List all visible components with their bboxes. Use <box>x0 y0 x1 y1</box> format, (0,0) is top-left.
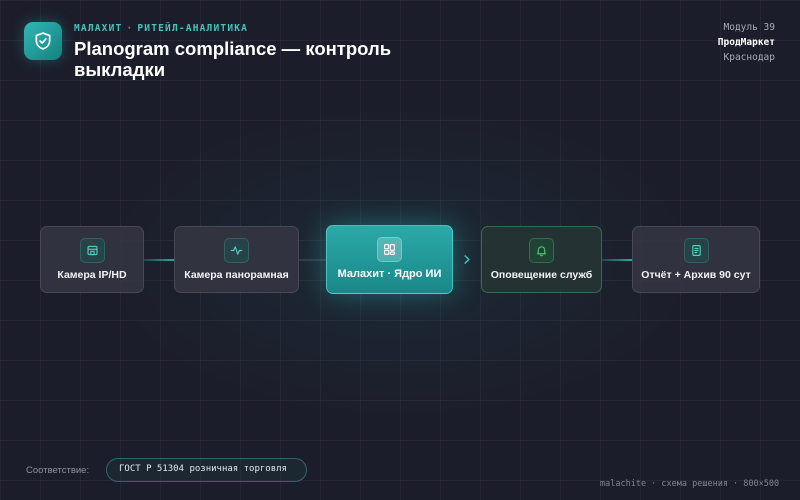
shield-check-icon <box>35 32 51 50</box>
document-icon <box>683 238 709 263</box>
eyebrow-separator: · <box>126 23 134 34</box>
flow-node-camera-hd[interactable]: Камера IP/HD <box>40 226 144 293</box>
flow-node-report[interactable]: Отчёт + Архив 90 сут <box>632 226 760 293</box>
compliance-badge: ГОСТ Р 51304 розничная торговля <box>106 458 307 482</box>
connector-4-5 <box>602 259 632 261</box>
connector-2-3 <box>299 259 326 261</box>
activity-icon <box>224 238 249 263</box>
module-number: Модуль 39 <box>723 22 775 33</box>
flow-node-label: Оповещение служб <box>490 269 593 281</box>
flow-node-camera-panoramic[interactable]: Камера панорамная <box>174 226 299 293</box>
grid-icon <box>377 237 402 262</box>
client-name: ПродМаркет <box>717 37 775 48</box>
footer-signature: malachite · схема решения · 800×500 <box>600 479 780 489</box>
brand-logo <box>24 22 62 60</box>
page-title: Planogram compliance — контроль выкладки <box>74 38 392 80</box>
flow-node-notify[interactable]: Оповещение служб <box>481 226 602 293</box>
chevron-right-icon <box>462 250 472 268</box>
flow-node-label: Камера IP/HD <box>57 269 127 281</box>
eyebrow: МАЛАХИТ · РИТЕЙЛ-АНАЛИТИКА <box>74 23 248 34</box>
compliance-label: Соответствие: <box>26 465 90 476</box>
category-name: РИТЕЙЛ-АНАЛИТИКА <box>137 23 249 34</box>
bell-icon <box>529 238 554 263</box>
connector-1-2 <box>144 259 174 261</box>
meta-block: Модуль 39 ПродМаркет Краснодар <box>718 20 775 65</box>
flow-node-label: Камера панорамная <box>184 269 289 281</box>
city-name: Краснодар <box>723 52 775 63</box>
flow-node-label: Отчёт + Архив 90 сут <box>641 269 751 281</box>
store-icon <box>79 238 105 263</box>
flow-node-label: Малахит · Ядро ИИ <box>337 268 442 280</box>
brand-name: МАЛАХИТ <box>74 23 123 34</box>
flow-node-ai-core[interactable]: Малахит · Ядро ИИ <box>326 225 453 294</box>
